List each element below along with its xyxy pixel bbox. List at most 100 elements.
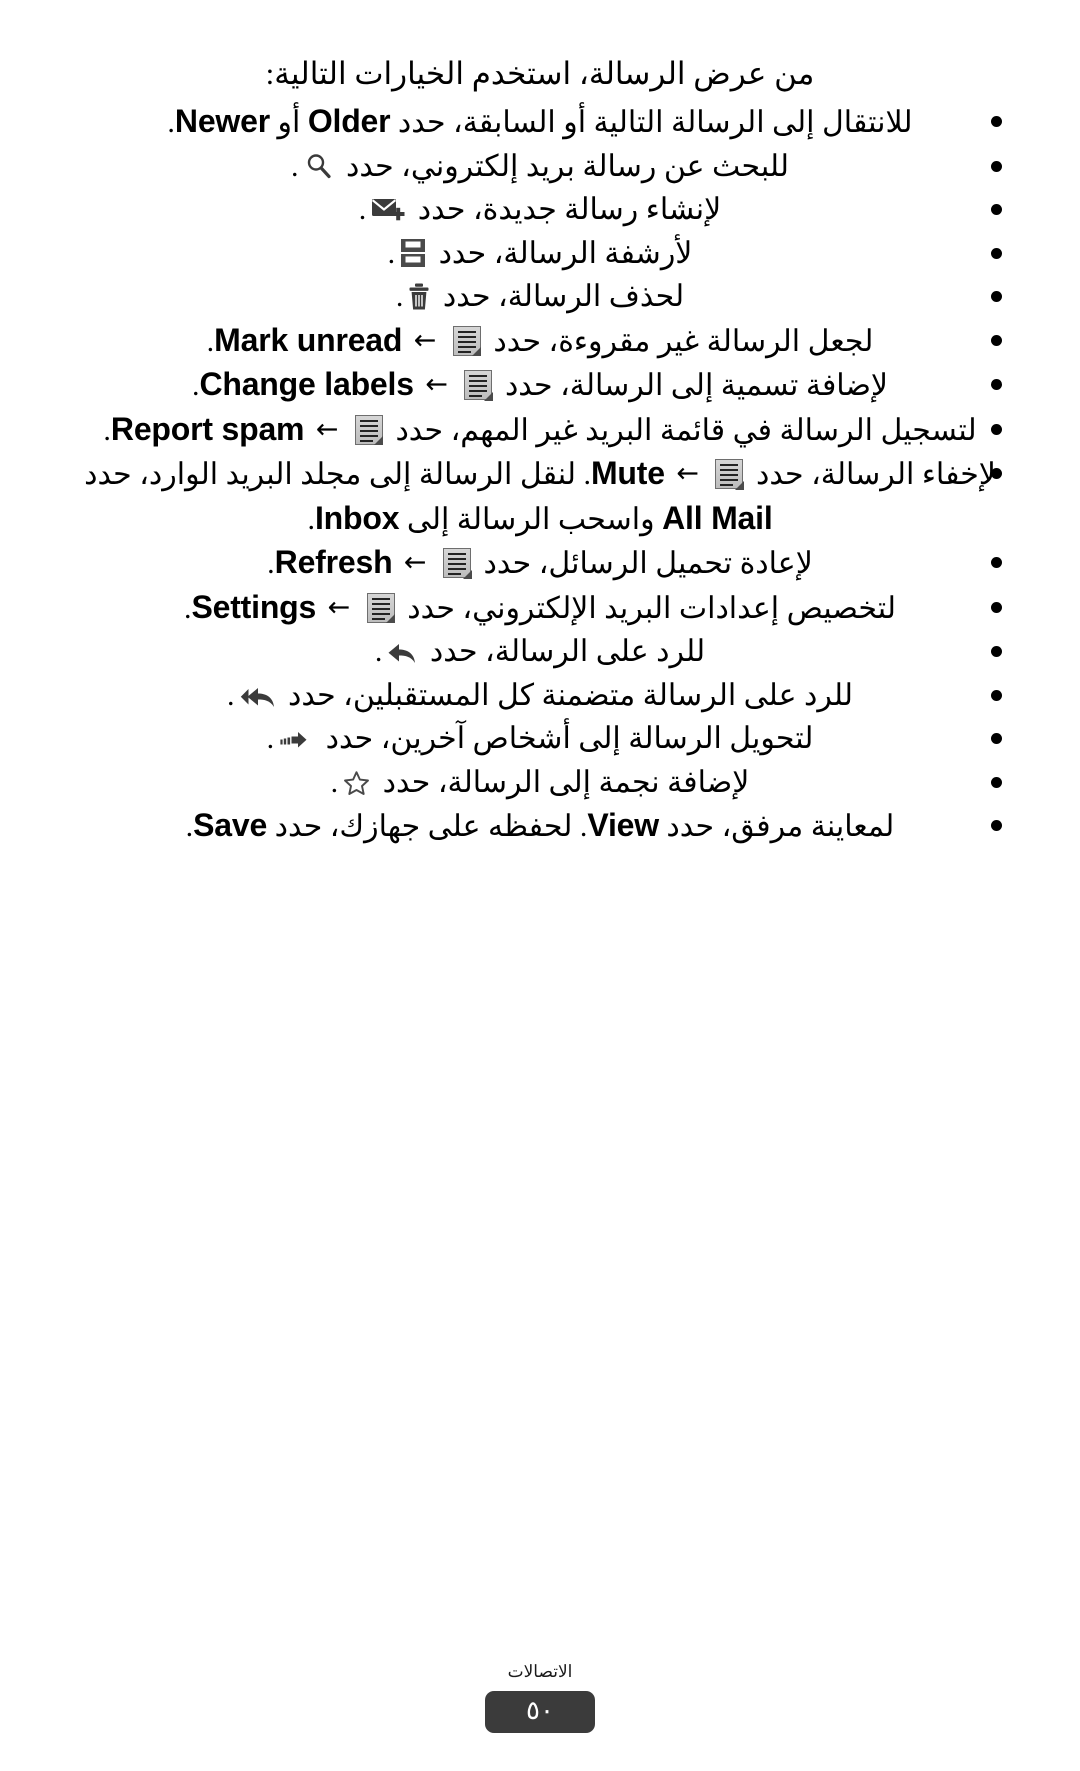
manual-page: من عرض الرسالة، استخدم الخيارات التالية:… xyxy=(0,0,1080,1771)
option-forward-message: لتحويل الرسالة إلى أشخاص آخرين، حدد . xyxy=(267,717,814,761)
option-text-post: . xyxy=(387,236,396,270)
bullet-icon xyxy=(991,160,1002,172)
page-content: من عرض الرسالة، استخدم الخيارات التالية:… xyxy=(0,0,1080,1771)
bullet-icon xyxy=(991,776,1002,788)
menu-icon[interactable] xyxy=(354,414,384,445)
archive-icon[interactable] xyxy=(400,238,426,268)
bullet-icon xyxy=(991,468,1002,479)
option-text-pre: لإضافة نجمة إلى الرسالة، حدد xyxy=(382,765,750,799)
option-text-post: . xyxy=(267,547,275,580)
term-older[interactable]: Older xyxy=(308,103,391,139)
trash-icon[interactable] xyxy=(408,283,430,311)
arrow-icon: ← xyxy=(413,324,437,356)
option-text-pre: لحذف الرسالة، حدد xyxy=(442,280,685,313)
option-navigate-messages: للانتقال إلى الرسالة التالية أو السابقة،… xyxy=(167,100,912,145)
option-text-post: . xyxy=(103,413,111,447)
bullet-icon xyxy=(991,646,1002,657)
bullet-icon xyxy=(991,204,1002,215)
option-text-post: . xyxy=(395,280,404,313)
option-text-pre: لمعاينة مرفق، حدد xyxy=(666,810,895,843)
option-search-email: للبحث عن رسالة بريد إلكتروني، حدد . xyxy=(291,145,789,189)
bullet-icon xyxy=(991,601,1002,613)
list-item: للرد على الرسالة متضمنة كل المستقبلين، ح… xyxy=(78,674,1002,718)
list-item: لتخصيص إعدادات البريد الإلكتروني، حدد ← … xyxy=(78,586,1002,631)
reply-icon[interactable] xyxy=(387,642,417,666)
option-text-pre: للرد على الرسالة، حدد xyxy=(429,635,706,668)
term-inbox[interactable]: Inbox xyxy=(315,500,400,536)
list-item: لإضافة نجمة إلى الرسالة، حدد . xyxy=(78,761,1002,805)
footer-section-label: الاتصالات xyxy=(507,1662,573,1681)
list-item: لإنشاء رسالة جديدة، حدد . xyxy=(78,188,1002,232)
option-email-settings: لتخصيص إعدادات البريد الإلكتروني، حدد ← … xyxy=(184,586,896,631)
option-text-post: . لنقل الرسالة إلى مجلد البريد الوارد، ح… xyxy=(84,458,591,491)
menu-icon[interactable] xyxy=(464,370,493,401)
menu-icon[interactable] xyxy=(366,592,396,623)
search-icon[interactable] xyxy=(304,151,334,181)
arrow-icon: ← xyxy=(676,458,699,489)
option-star-message: لإضافة نجمة إلى الرسالة، حدد . xyxy=(331,761,750,805)
option-delete-message: لحذف الرسالة، حدد . xyxy=(396,275,684,319)
list-item: لإضافة تسمية إلى الرسالة، حدد ← Change l… xyxy=(78,363,1002,408)
list-item: للبحث عن رسالة بريد إلكتروني، حدد . xyxy=(78,145,1002,189)
star-icon[interactable] xyxy=(343,770,370,797)
term-view[interactable]: View xyxy=(587,807,659,843)
option-text-pre: لإضافة تسمية إلى الرسالة، حدد xyxy=(504,369,889,402)
term-report-spam[interactable]: Report spam xyxy=(111,411,305,447)
menu-icon[interactable] xyxy=(452,325,482,356)
term-change-labels[interactable]: Change labels xyxy=(199,366,414,402)
option-text-pre: لجعل الرسالة غير مقروءة، حدد xyxy=(493,324,874,358)
compose-icon[interactable] xyxy=(371,196,405,224)
option-text-post: . xyxy=(291,149,299,183)
term-refresh[interactable]: Refresh xyxy=(275,544,393,580)
option-text-mid2: واسحب الرسالة إلى xyxy=(406,502,655,536)
term-all-mail[interactable]: All Mail xyxy=(662,500,773,536)
menu-icon[interactable] xyxy=(715,459,744,490)
list-item: للرد على الرسالة، حدد . xyxy=(78,630,1002,674)
arrow-icon: ← xyxy=(315,413,339,445)
option-reply-all: للرد على الرسالة متضمنة كل المستقبلين، ح… xyxy=(227,674,853,718)
arrow-icon: ← xyxy=(327,591,351,623)
forward-icon[interactable] xyxy=(279,729,313,753)
option-text-mid: أو xyxy=(277,106,301,139)
option-text-pre: لإخفاء الرسالة، حدد xyxy=(755,458,996,491)
reply-all-icon[interactable] xyxy=(240,686,276,710)
bullet-icon xyxy=(991,291,1002,302)
bullet-icon xyxy=(991,733,1002,744)
bullet-icon xyxy=(991,689,1002,701)
bullet-icon xyxy=(991,247,1002,259)
option-text-pre: للانتقال إلى الرسالة التالية أو السابقة،… xyxy=(397,106,913,139)
option-text-post: . xyxy=(330,765,339,799)
term-save[interactable]: Save xyxy=(193,807,267,843)
option-change-labels: لإضافة تسمية إلى الرسالة، حدد ← Change l… xyxy=(192,363,888,408)
option-text-post: . xyxy=(167,106,175,139)
options-list: للانتقال إلى الرسالة التالية أو السابقة،… xyxy=(78,100,1002,849)
list-item: لإعادة تحميل الرسائل، حدد ← Refresh. xyxy=(78,541,1002,586)
option-text-pre: لإعادة تحميل الرسائل، حدد xyxy=(483,547,813,580)
bullet-icon xyxy=(991,820,1002,831)
page-footer: الاتصالات ٥٠ xyxy=(0,1662,1080,1733)
bullet-icon xyxy=(991,557,1002,568)
term-mark-unread[interactable]: Mark unread xyxy=(214,322,402,358)
option-refresh-messages: لإعادة تحميل الرسائل، حدد ← Refresh. xyxy=(267,541,813,586)
option-mark-unread: لجعل الرسالة غير مقروءة، حدد ← Mark unre… xyxy=(207,319,874,364)
term-settings[interactable]: Settings xyxy=(191,589,316,625)
bullet-icon xyxy=(991,116,1002,127)
arrow-icon: ← xyxy=(403,547,427,578)
option-archive-message: لأرشفة الرسالة، حدد . xyxy=(388,232,693,276)
option-text-mid: . لحفظه على جهازك، حدد xyxy=(274,810,588,843)
option-text-post: . xyxy=(358,193,367,226)
bullet-icon xyxy=(991,334,1002,346)
intro-paragraph: من عرض الرسالة، استخدم الخيارات التالية: xyxy=(265,56,815,91)
option-text-post: . xyxy=(266,722,275,755)
list-item: لتحويل الرسالة إلى أشخاص آخرين، حدد . xyxy=(78,717,1002,761)
option-text-pre: لتسجيل الرسالة في قائمة البريد غير المهم… xyxy=(395,413,977,447)
term-mute[interactable]: Mute xyxy=(591,455,665,491)
option-text-pre: لتحويل الرسالة إلى أشخاص آخرين، حدد xyxy=(325,722,814,755)
page-number-badge: ٥٠ xyxy=(485,1691,595,1733)
option-text-pre: لأرشفة الرسالة، حدد xyxy=(438,236,693,270)
bullet-icon xyxy=(991,423,1002,435)
option-compose-message: لإنشاء رسالة جديدة، حدد . xyxy=(359,188,721,232)
option-view-save-attachment: لمعاينة مرفق، حدد View. لحفظه على جهازك،… xyxy=(186,804,895,849)
menu-icon[interactable] xyxy=(443,548,472,579)
term-newer[interactable]: Newer xyxy=(175,103,270,139)
